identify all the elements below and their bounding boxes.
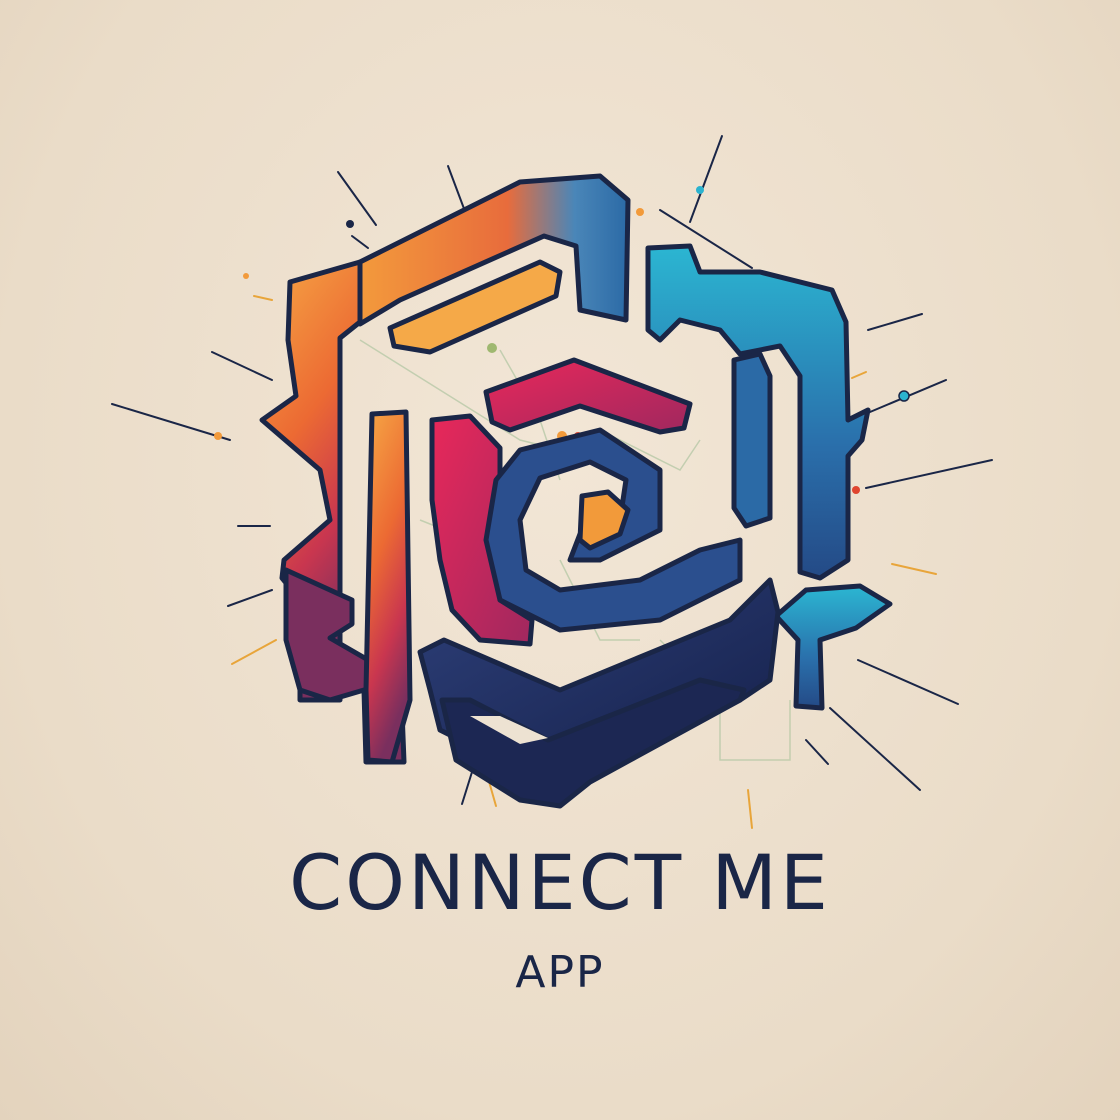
app-subtitle: APP (515, 947, 605, 998)
hexagon-maze-knot-icon (259, 173, 893, 809)
app-title: CONNECT ME (289, 838, 831, 927)
